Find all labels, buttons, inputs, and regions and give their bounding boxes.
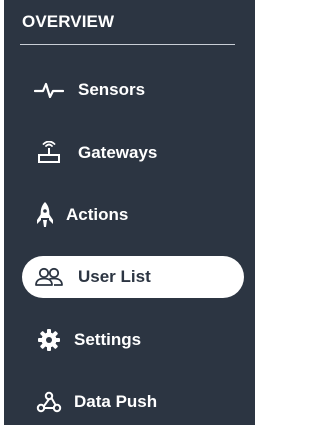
pulse-icon	[34, 77, 64, 103]
rocket-icon	[30, 202, 60, 228]
webhook-icon	[34, 389, 64, 415]
sidebar-item-label: User List	[78, 267, 151, 286]
sidebar-item-settings[interactable]: Settings	[22, 319, 244, 361]
sidebar-item-data-push[interactable]: Data Push	[22, 381, 244, 423]
router-icon	[34, 140, 64, 166]
sidebar-header: OVERVIEW	[22, 12, 115, 31]
header-divider	[20, 44, 235, 45]
sidebar-item-gateways[interactable]: Gateways	[22, 132, 244, 174]
sidebar-item-actions[interactable]: Actions	[22, 194, 244, 236]
gear-icon	[34, 327, 64, 353]
sidebar-item-sensors[interactable]: Sensors	[22, 69, 244, 111]
sidebar-item-label: Sensors	[78, 80, 146, 99]
sidebar-item-label: Gateways	[78, 143, 158, 162]
sidebar-item-label: Settings	[74, 330, 142, 349]
sidebar-item-label: Data Push	[74, 392, 158, 411]
sidebar-item-label: Actions	[66, 205, 129, 224]
users-icon	[34, 264, 64, 290]
sidebar-item-user-list[interactable]: User List	[22, 256, 244, 298]
sidebar: OVERVIEW Sensors Gateways Actions User L…	[0, 0, 258, 429]
